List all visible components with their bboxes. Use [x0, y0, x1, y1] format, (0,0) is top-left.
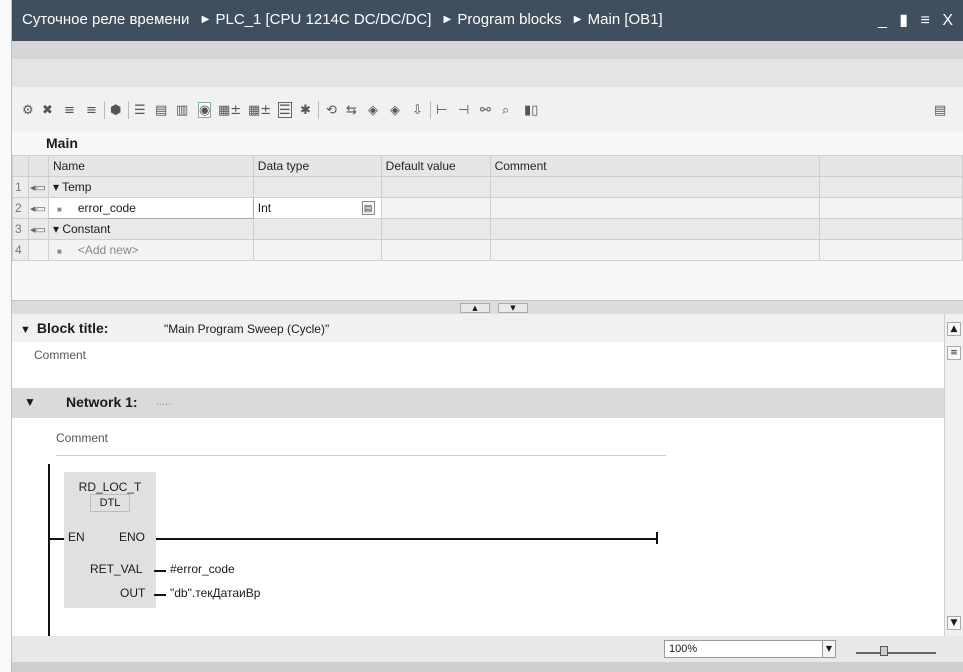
insert-network-icon[interactable]: ⚙ — [22, 102, 34, 118]
chevron-down-icon[interactable]: ▼ — [822, 640, 836, 658]
instruction-type[interactable]: DTL — [90, 494, 130, 512]
pin-out: OUT — [120, 586, 146, 600]
block-interface: Main Name Data type Default value Commen… — [12, 131, 963, 316]
call-structure-icon[interactable]: ⚯ — [480, 102, 491, 118]
status-bar: 100% ▼ — [12, 636, 963, 662]
collapse-all-icon[interactable]: ▤ — [155, 102, 167, 118]
interface-splitter[interactable]: ▲ ▼ — [12, 300, 963, 314]
scroll-menu-icon[interactable]: ≡ — [947, 346, 961, 360]
block-properties-icon[interactable]: ▮▯ — [524, 102, 538, 118]
column-name[interactable]: Name — [47, 155, 254, 177]
breadcrumb-arrow-icon: ▶ — [443, 14, 452, 25]
collapse-up-icon[interactable]: ▲ — [460, 303, 490, 313]
collapse-chevron-icon[interactable]: ▼ — [20, 324, 31, 336]
editor-toolbar: ⚙ ✖ ≡ ≡ ⬢ ☰ ▤ ▥ ◉ ▦± ▦± ☰ ✱ ⟲ ⇆ ◈ ◈ ⇩ ⊢ … — [12, 87, 963, 131]
table-row[interactable]: 2 ◂▭ ■ error_code Int ▤ — [12, 197, 963, 219]
watch-icon[interactable]: ⌕ — [502, 102, 509, 118]
breadcrumb-program-blocks[interactable]: Program blocks — [457, 11, 561, 28]
zoom-select[interactable]: 100% — [664, 640, 834, 658]
network-comment[interactable]: Comment — [56, 426, 666, 456]
expand-down-icon[interactable]: ▼ — [498, 303, 528, 313]
compare-icon[interactable]: ◈ — [368, 102, 378, 118]
block-title-label: Block title: — [36, 320, 109, 336]
add-new-row[interactable]: ■ <Add new> — [47, 239, 254, 261]
zoom-slider-knob[interactable] — [880, 646, 888, 656]
tag-interface-icon: ◂▭ — [27, 176, 49, 198]
eno-wire — [156, 538, 656, 540]
breadcrumb-main[interactable]: Main [OB1] — [588, 11, 663, 28]
detail-view-icon[interactable]: ▥ — [176, 102, 188, 118]
empty-band-lower — [12, 59, 963, 87]
table-row[interactable]: 1 ◂▭ ▾ Temp — [12, 176, 963, 198]
breadcrumb-arrow-icon: ▶ — [573, 14, 582, 25]
absolute-operand-icon[interactable]: ▦± — [218, 102, 241, 118]
bullet-icon: ■ — [56, 247, 62, 256]
pin-ret-val: RET_VAL — [90, 562, 143, 576]
column-default-value[interactable]: Default value — [380, 155, 491, 177]
delete-network-icon[interactable]: ✖ — [42, 102, 53, 118]
network-collapse-icon[interactable]: ▼ — [24, 395, 36, 409]
coil-end — [656, 532, 658, 544]
tag-interface-icon: ◂▭ — [27, 197, 49, 219]
network-label: Network 1: — [66, 394, 138, 410]
en-wire — [50, 538, 64, 540]
watch-table-icon[interactable]: ◈ — [390, 102, 400, 118]
bookmark-icon[interactable]: ⬢ — [110, 102, 121, 118]
row-name-selected[interactable]: ■ error_code — [47, 197, 254, 219]
bullet-icon: ■ — [56, 205, 62, 214]
symbol-operand-icon[interactable]: ▦± — [248, 102, 271, 118]
program-editor: ▼ Block title: "Main Program Sweep (Cycle… — [12, 314, 944, 636]
add-row-icon[interactable]: ≡ — [86, 102, 97, 118]
interface-table: Name Data type Default value Comment 1 ◂… — [12, 155, 963, 261]
left-panel-strip — [0, 0, 12, 672]
breadcrumb-plc[interactable]: PLC_1 [CPU 1214C DC/DC/DC] — [215, 11, 431, 28]
expand-all-icon[interactable]: ☰ — [134, 102, 146, 118]
scroll-up-icon[interactable]: ▲ — [947, 322, 961, 336]
column-comment[interactable]: Comment — [489, 155, 821, 177]
monitor-icon[interactable]: ⇆ — [346, 102, 357, 118]
breadcrumb: Суточное реле времени ▶ PLC_1 [CPU 1214C… — [22, 11, 665, 28]
close-branch-icon[interactable]: ⊣ — [458, 102, 469, 118]
tag-interface-icon: ◂▭ — [27, 218, 49, 240]
breadcrumb-arrow-icon: ▶ — [201, 14, 210, 25]
row-name[interactable]: ▾ Constant — [47, 218, 254, 240]
title-bar: Суточное реле времени ▶ PLC_1 [CPU 1214C… — [12, 0, 963, 41]
pin-en: EN — [68, 530, 85, 544]
row-name[interactable]: ▾ Temp — [47, 176, 254, 198]
block-title-value[interactable]: "Main Program Sweep (Cycle)" — [164, 322, 329, 336]
download-icon[interactable]: ⇩ — [412, 102, 423, 118]
zoom-slider[interactable] — [856, 646, 936, 656]
vertical-scrollbar[interactable]: ▲ ≡ ▼ — [944, 314, 963, 636]
table-row[interactable]: 3 ◂▭ ▾ Constant — [12, 218, 963, 240]
interface-title: Main — [46, 135, 78, 151]
power-rail — [48, 464, 50, 636]
network-comment-icon[interactable]: ☰ — [278, 102, 292, 118]
network-header[interactable]: ▼ Network 1: ..... — [12, 388, 944, 418]
bottom-edge — [12, 662, 963, 672]
block-title-bar[interactable]: ▼ Block title: "Main Program Sweep (Cycle… — [12, 314, 944, 342]
insert-row-icon[interactable]: ≡ — [64, 102, 75, 118]
network-title[interactable]: ..... — [156, 396, 171, 408]
pin-eno: ENO — [119, 530, 146, 544]
instruction-name: RD_LOC_T — [78, 480, 142, 494]
type-picker-icon[interactable]: ▤ — [361, 201, 375, 215]
toolbar-menu-icon[interactable]: ▤ — [934, 102, 946, 118]
scroll-down-icon[interactable]: ▼ — [947, 616, 961, 630]
go-online-icon[interactable]: ⟲ — [326, 102, 337, 118]
open-branch-icon[interactable]: ⊢ — [436, 102, 447, 118]
table-row[interactable]: 4 ■ <Add new> — [12, 239, 963, 261]
operand-db-datetime[interactable]: "db".текДатаиВр — [170, 586, 260, 600]
window-controls[interactable]: _ ▮ ≡ X — [878, 10, 957, 30]
block-comment[interactable]: Comment — [12, 342, 944, 382]
breadcrumb-project[interactable]: Суточное реле времени — [22, 11, 189, 28]
comment-toggle-icon[interactable]: ◉ — [198, 102, 212, 118]
favorites-icon[interactable]: ✱ — [300, 102, 311, 118]
column-data-type[interactable]: Data type — [252, 155, 382, 177]
operand-error-code[interactable]: #error_code — [170, 562, 235, 576]
